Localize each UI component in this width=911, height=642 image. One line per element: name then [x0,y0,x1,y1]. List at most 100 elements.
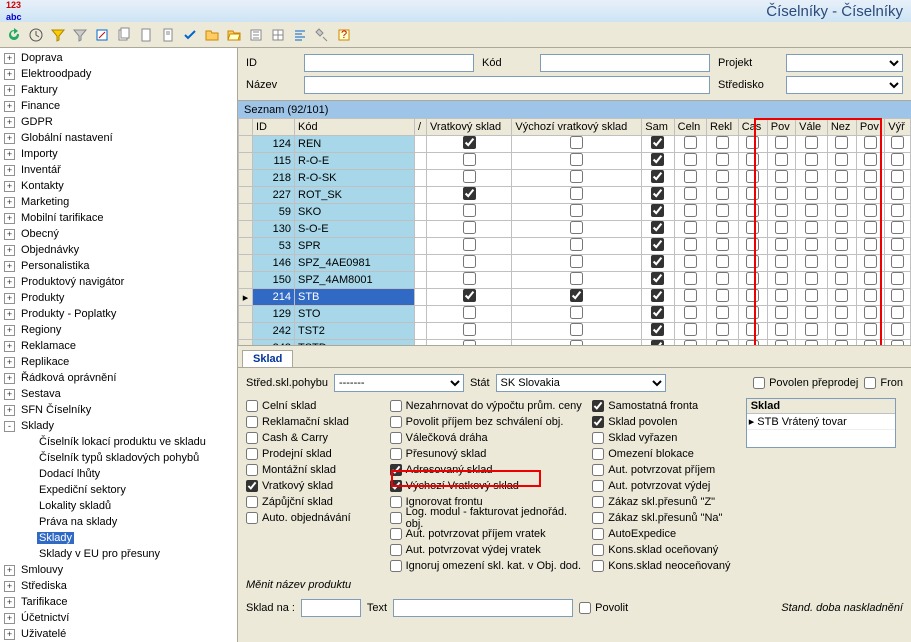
cell-check[interactable] [684,170,697,183]
expand-icon[interactable]: + [4,149,15,160]
cell-check[interactable] [570,170,583,183]
tree-item[interactable]: +Inventář [2,162,235,178]
clock-icon[interactable] [26,25,46,45]
tree-item[interactable]: +Importy [2,146,235,162]
cell-check[interactable] [864,323,877,336]
expand-icon[interactable]: + [4,261,15,272]
folder-icon[interactable] [202,25,222,45]
cell-check[interactable] [835,221,848,234]
cell-check[interactable] [684,221,697,234]
option-check[interactable] [246,400,258,412]
data-grid[interactable]: IDKód/Vratkový skladVýchozí vratkový skl… [238,118,911,346]
cell-check[interactable] [570,187,583,200]
expand-icon[interactable]: + [4,309,15,320]
tree-item[interactable]: -Sklady [2,418,235,434]
tree-item[interactable]: +Objednávky [2,242,235,258]
tree-item[interactable]: +Replikace [2,354,235,370]
cell-check[interactable] [716,340,729,346]
cell-check[interactable] [463,204,476,217]
expand-icon[interactable]: + [4,373,15,384]
cell-check[interactable] [891,221,904,234]
cell-check[interactable] [746,238,759,251]
cell-check[interactable] [716,153,729,166]
option-check[interactable] [390,448,402,460]
tree-item[interactable]: +Smlouvy [2,562,235,578]
cell-check[interactable] [864,238,877,251]
cell-check[interactable] [651,204,664,217]
expand-icon[interactable]: + [4,581,15,592]
cell-check[interactable] [651,306,664,319]
tree-item[interactable]: +Faktury [2,82,235,98]
stat-select[interactable]: SK Slovakia [496,374,666,392]
cell-check[interactable] [775,340,788,346]
cell-check[interactable] [570,238,583,251]
cell-check[interactable] [891,340,904,346]
cell-check[interactable] [716,306,729,319]
list-icon[interactable] [246,25,266,45]
table-row[interactable]: 129STO [239,306,911,323]
grid-icon[interactable] [268,25,288,45]
tree-item[interactable]: Sklady v EU pro přesuny [2,546,235,562]
cell-check[interactable] [864,153,877,166]
table-row[interactable]: 115R-O-E [239,153,911,170]
cell-check[interactable] [775,323,788,336]
cell-check[interactable] [716,204,729,217]
stredisko-select[interactable] [786,76,903,94]
table-row[interactable]: 53SPR [239,238,911,255]
expand-icon[interactable]: + [4,101,15,112]
tree-item[interactable]: Číselník typů skladových pohybů [2,450,235,466]
cell-check[interactable] [775,204,788,217]
cell-check[interactable] [651,289,664,302]
expand-icon[interactable]: + [4,613,15,624]
cell-check[interactable] [775,170,788,183]
cell-check[interactable] [891,323,904,336]
cell-check[interactable] [805,289,818,302]
tree-item[interactable]: Sklady [2,530,235,546]
tree-item[interactable]: +Mobilní tarifikace [2,210,235,226]
cell-check[interactable] [775,255,788,268]
cell-check[interactable] [684,136,697,149]
tree-item[interactable]: Lokality skladů [2,498,235,514]
expand-icon[interactable]: + [4,245,15,256]
cell-check[interactable] [864,272,877,285]
cell-check[interactable] [570,204,583,217]
cell-check[interactable] [835,153,848,166]
cell-check[interactable] [835,136,848,149]
tree-item[interactable]: +GDPR [2,114,235,130]
cell-check[interactable] [891,187,904,200]
option-check[interactable] [246,464,258,476]
cell-check[interactable] [891,136,904,149]
option-check[interactable] [390,496,402,508]
cell-check[interactable] [570,272,583,285]
cell-check[interactable] [570,306,583,319]
cell-check[interactable] [864,187,877,200]
cell-check[interactable] [570,289,583,302]
expand-icon[interactable]: + [4,565,15,576]
tree-item[interactable]: +Řádková oprávnění [2,370,235,386]
expand-icon[interactable]: + [4,405,15,416]
option-check[interactable] [592,480,604,492]
option-check[interactable] [246,496,258,508]
cell-check[interactable] [835,323,848,336]
option-check[interactable] [592,512,604,524]
nazev-input[interactable] [304,76,710,94]
cell-check[interactable] [805,238,818,251]
cell-check[interactable] [570,340,583,346]
option-check[interactable] [246,448,258,460]
cell-check[interactable] [651,136,664,149]
cell-check[interactable] [775,221,788,234]
cell-check[interactable] [775,153,788,166]
cell-check[interactable] [684,306,697,319]
table-row[interactable]: ▸214STB [239,289,911,306]
tree-item[interactable]: +Uživatelé [2,626,235,642]
cell-check[interactable] [805,340,818,346]
cell-check[interactable] [463,136,476,149]
cell-check[interactable] [746,153,759,166]
expand-icon[interactable]: + [4,85,15,96]
tree-item[interactable]: +Marketing [2,194,235,210]
id-input[interactable] [304,54,474,72]
povolen-check[interactable] [753,377,765,389]
option-check[interactable] [246,480,258,492]
table-row[interactable]: 146SPZ_4AE0981 [239,255,911,272]
cell-check[interactable] [651,170,664,183]
